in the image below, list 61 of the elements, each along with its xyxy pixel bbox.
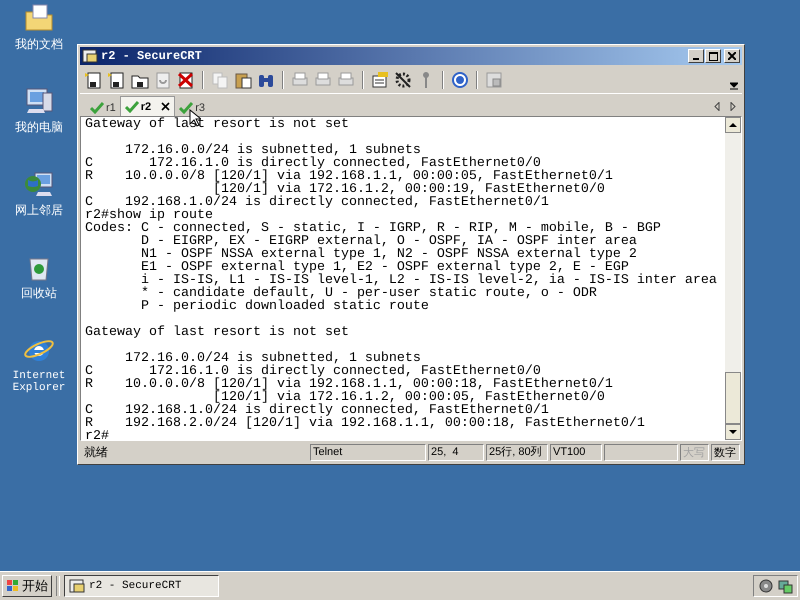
scroll-up-icon[interactable] bbox=[725, 117, 741, 133]
terminal-line: C 172.16.1.0 is directly connected, FastEthernet0/0 bbox=[85, 365, 541, 378]
app-icon bbox=[69, 578, 85, 594]
terminal-line: Gateway of last resort is not set bbox=[85, 326, 350, 339]
terminal-line: [120/1] via 172.16.1.2, 00:00:19, FastEthernet0/0 bbox=[212, 183, 606, 196]
terminal-line: 172.16.0.0/24 is subnetted, 1 subnets bbox=[124, 352, 422, 365]
terminal-line: R 192.168.2.0/24 [120/1] via 192.168.1.1, 00:00:18, FastEthernet0/1 bbox=[85, 417, 646, 430]
close-icon bbox=[728, 52, 736, 60]
scroll-down-icon[interactable] bbox=[725, 424, 741, 440]
network-icon[interactable] bbox=[777, 578, 793, 594]
speaker-icon[interactable] bbox=[758, 578, 774, 594]
maximize-button[interactable] bbox=[705, 49, 721, 63]
scrollbar[interactable] bbox=[725, 117, 741, 440]
toolbar-overflow-icon[interactable] bbox=[730, 81, 738, 91]
terminal-line: R 10.0.0.0/8 [120/1] via 192.168.1.1, 00:00:18, FastEthernet0/1 bbox=[85, 378, 614, 391]
checkmark-icon bbox=[124, 100, 139, 112]
windows-flag-icon bbox=[6, 579, 20, 593]
checkmark-icon bbox=[179, 102, 194, 114]
status-field: VT100 bbox=[550, 444, 602, 461]
terminal-line: * - candidate default, U - per-user static route, o - ODR bbox=[140, 287, 598, 300]
minimize-button[interactable] bbox=[688, 49, 704, 63]
session-tab[interactable]: r2 bbox=[120, 96, 176, 116]
session-tab[interactable]: r3 bbox=[175, 99, 209, 116]
desktop-icon-label[interactable]: 网上邻居 bbox=[4, 204, 74, 216]
scroll-left-icon[interactable] bbox=[714, 102, 720, 110]
terminal-line: D - EIGRP, EX - EIGRP external, O - OSPF, IA - OSPF inter area bbox=[140, 235, 638, 248]
desktop-icon-label[interactable]: Internet Explorer bbox=[4, 370, 74, 394]
status-field: Telnet bbox=[310, 444, 426, 461]
terminal-line: Codes: C - connected, S - static, I - IGRP, R - RIP, M - mobile, B - BGP bbox=[85, 222, 662, 235]
terminal-line: i - IS-IS, L1 - IS-IS level-1, L2 - IS-IS level-2, ia - IS-IS inter area bbox=[140, 274, 718, 287]
maximize-icon bbox=[708, 52, 718, 60]
terminal-line: r2#show ip route bbox=[85, 209, 213, 222]
app-icon bbox=[82, 49, 98, 63]
delete-icon[interactable] bbox=[176, 70, 196, 90]
properties-icon[interactable] bbox=[370, 70, 390, 90]
terminal-line: C 192.168.1.0/24 is directly connected, FastEthernet0/1 bbox=[85, 404, 549, 417]
terminal-line: [120/1] via 172.16.1.2, 00:00:05, FastEthernet0/0 bbox=[212, 391, 606, 404]
terminal-line: C 192.168.1.0/24 is directly connected, FastEthernet0/1 bbox=[85, 196, 550, 209]
close-icon[interactable] bbox=[161, 102, 170, 111]
status-field: 25, 4 bbox=[428, 444, 484, 461]
checkmark-icon bbox=[90, 102, 104, 114]
status-text: 就绪 bbox=[83, 444, 109, 461]
desktop-icon-label[interactable]: 我的电脑 bbox=[4, 121, 74, 133]
terminal-line: 172.16.0.0/24 is subnetted, 1 subnets bbox=[124, 144, 422, 157]
terminal-line: E1 - OSPF external type 1, E2 - OSPF external type 2, E - EGP bbox=[140, 261, 630, 274]
terminal-line: C 172.16.1.0 is directly connected, FastEthernet0/0 bbox=[85, 157, 541, 170]
terminal-line: r2# bbox=[85, 430, 110, 443]
scroll-right-icon[interactable] bbox=[730, 102, 736, 110]
scrollbar-thumb[interactable] bbox=[725, 372, 741, 424]
terminal-line: R 10.0.0.0/8 [120/1] via 192.168.1.1, 00:00:05, FastEthernet0/1 bbox=[85, 170, 614, 183]
desktop-icon-label[interactable]: 我的文档 bbox=[4, 38, 74, 50]
session-tab[interactable]: r1 bbox=[86, 99, 120, 116]
close-button[interactable] bbox=[724, 49, 740, 63]
desktop-icon-label[interactable]: 回收站 bbox=[4, 287, 74, 299]
start-button[interactable]: 开始 bbox=[2, 575, 52, 597]
status-field: 25行, 80列 bbox=[486, 444, 548, 461]
window-title: r2 - SecureCRT bbox=[101, 49, 202, 63]
terminal-line: N1 - OSPF NSSA external type 1, N2 - OSPF NSSA external type 2 bbox=[140, 248, 638, 261]
status-field: 数字 bbox=[711, 444, 740, 461]
taskbar-button[interactable]: r2 - SecureCRT bbox=[64, 575, 219, 597]
terminal-line: P - periodic downloaded static route bbox=[140, 300, 430, 313]
